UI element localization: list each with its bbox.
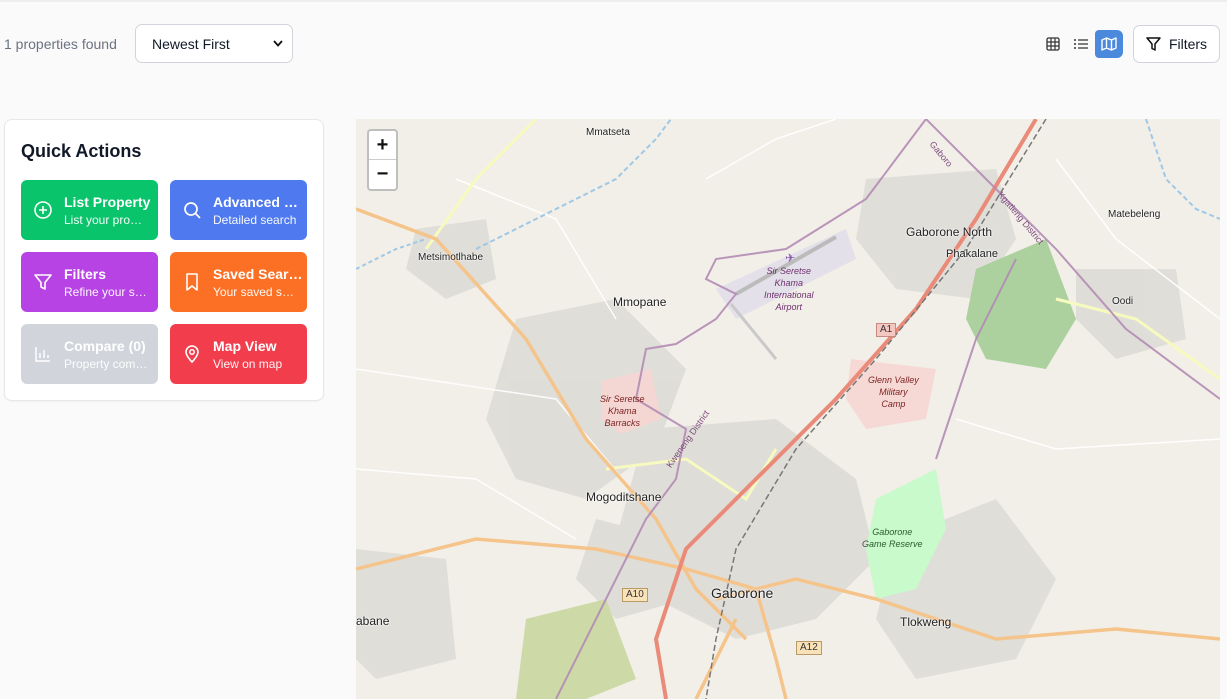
road-shield-a1: A1 bbox=[876, 323, 897, 337]
bar-chart-icon bbox=[35, 347, 50, 362]
tile-title: Map View bbox=[213, 337, 277, 354]
map-label-tlokweng: Tlokweng bbox=[900, 615, 952, 629]
quick-actions-panel: Quick Actions List Property List your pr… bbox=[4, 119, 324, 401]
list-property-tile[interactable]: List Property List your property bbox=[21, 180, 158, 240]
poi-line: Gaborone bbox=[872, 527, 913, 537]
poi-line: Glenn Valley bbox=[868, 375, 919, 385]
tile-subtitle: Your saved searches bbox=[213, 284, 297, 299]
zoom-control: + − bbox=[367, 129, 398, 191]
poi-line: Game Reserve bbox=[862, 539, 923, 549]
map-label-phakalane: Phakalane bbox=[946, 248, 998, 260]
tile-title: Filters bbox=[64, 265, 107, 282]
poi-line: Sir Seretse bbox=[600, 394, 645, 404]
poi-line: Military bbox=[879, 387, 908, 397]
map-pin-icon bbox=[185, 345, 199, 364]
plus-circle-icon bbox=[34, 201, 52, 219]
map-poi-barracks: Sir Seretse Khama Barracks bbox=[600, 393, 645, 429]
tile-subtitle: View on map bbox=[213, 356, 283, 371]
filters-button[interactable]: Filters bbox=[1133, 25, 1220, 63]
tile-title: List Property bbox=[64, 193, 151, 210]
compare-tile[interactable]: Compare (0) Property comparison bbox=[21, 324, 158, 384]
road-shield-a10: A10 bbox=[622, 588, 648, 602]
saved-searches-tile[interactable]: Saved Searches Your saved searches bbox=[170, 252, 307, 312]
map-label-gaborone-north: Gaborone North bbox=[906, 225, 993, 239]
map-view-button[interactable] bbox=[1095, 30, 1123, 58]
map-label-gaborone: Gaborone bbox=[711, 585, 774, 601]
property-map[interactable]: + − Mmatseta Metsimotlhabe Mmopane Gabor… bbox=[356, 119, 1220, 699]
filters-button-label: Filters bbox=[1168, 36, 1208, 52]
zoom-out-button[interactable]: − bbox=[369, 160, 396, 189]
map-icon bbox=[1101, 37, 1117, 51]
poi-line: Khama bbox=[774, 278, 804, 288]
grid-view-button[interactable] bbox=[1039, 30, 1067, 58]
filters-tile[interactable]: Filters Refine your search bbox=[21, 252, 158, 312]
airport-icon: ✈ bbox=[785, 251, 796, 265]
map-poi-game-reserve: Gaborone Game Reserve bbox=[862, 526, 923, 550]
road-shield-a12: A12 bbox=[796, 641, 822, 655]
results-count: 1 properties found bbox=[4, 36, 117, 52]
poi-line: Airport bbox=[775, 302, 803, 312]
map-label-metsimotlhabe: Metsimotlhabe bbox=[418, 252, 484, 263]
poi-line: Sir Seretse bbox=[766, 266, 812, 276]
filter-icon bbox=[34, 274, 52, 290]
search-icon bbox=[184, 202, 201, 219]
poi-line: Camp bbox=[881, 399, 906, 409]
map-label-mogoditshane: Mogoditshane bbox=[586, 490, 662, 504]
grid-icon bbox=[1046, 37, 1060, 51]
map-label-mmopane: Mmopane bbox=[613, 295, 667, 309]
poi-line: International bbox=[764, 290, 814, 300]
top-divider bbox=[0, 0, 1227, 2]
map-base-layer bbox=[356, 119, 1220, 699]
map-label-matebeleng: Matebeleng bbox=[1108, 209, 1161, 220]
poi-line: Barracks bbox=[604, 418, 641, 428]
filter-icon bbox=[1146, 37, 1161, 51]
poi-line: Khama bbox=[608, 406, 637, 416]
map-label-oodi: Oodi bbox=[1112, 296, 1134, 307]
tile-title: Advanced Search bbox=[213, 193, 305, 210]
tile-subtitle: List your property bbox=[64, 212, 148, 227]
view-toggle bbox=[1039, 30, 1123, 58]
map-poi-airport: Sir Seretse Khama International Airport bbox=[764, 265, 814, 313]
tile-title: Saved Searches bbox=[213, 265, 305, 282]
list-icon bbox=[1074, 39, 1088, 49]
list-view-button[interactable] bbox=[1067, 30, 1095, 58]
tile-title: Compare (0) bbox=[64, 337, 146, 354]
chevron-down-icon bbox=[273, 38, 283, 50]
sort-select[interactable]: Newest First bbox=[135, 24, 293, 63]
tile-subtitle: Refine your search bbox=[64, 284, 148, 299]
map-view-tile[interactable]: Map View View on map bbox=[170, 324, 307, 384]
map-poi-glenn-valley: Glenn Valley Military Camp bbox=[868, 374, 919, 410]
map-label-mmatseta: Mmatseta bbox=[586, 127, 630, 138]
advanced-search-tile[interactable]: Advanced Search Detailed search bbox=[170, 180, 307, 240]
sort-selected-value: Newest First bbox=[152, 35, 230, 52]
bookmark-icon bbox=[186, 273, 198, 291]
quick-actions-title: Quick Actions bbox=[21, 141, 142, 161]
zoom-in-button[interactable]: + bbox=[369, 131, 396, 160]
map-label-gabane: abane bbox=[356, 614, 390, 628]
tile-subtitle: Property comparison bbox=[64, 356, 148, 371]
tile-subtitle: Detailed search bbox=[213, 212, 297, 227]
